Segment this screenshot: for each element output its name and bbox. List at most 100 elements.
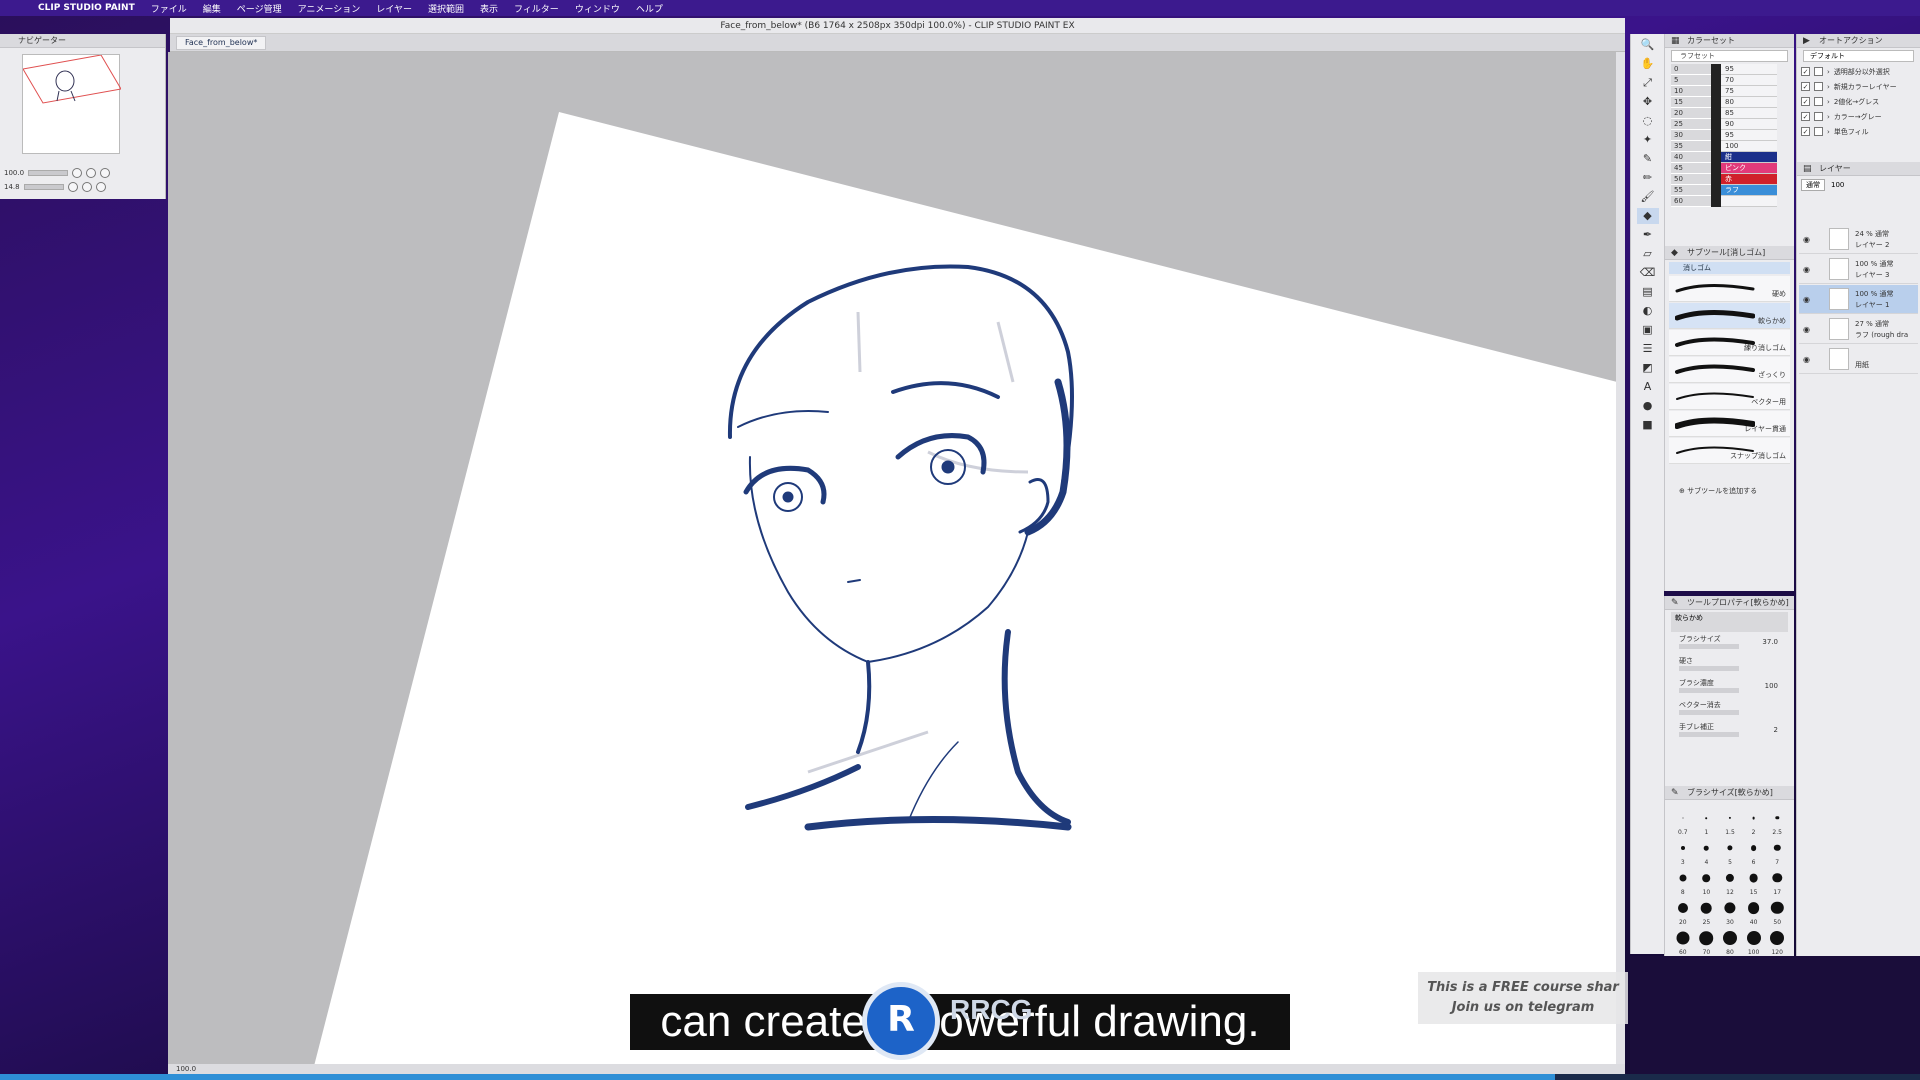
chevron-right-icon[interactable]: › bbox=[1827, 113, 1830, 121]
brush-size-preset[interactable]: 2 bbox=[1742, 808, 1766, 836]
tool-button[interactable]: ● bbox=[1637, 398, 1659, 414]
checkbox[interactable]: ✓ bbox=[1801, 112, 1810, 121]
swatch-color[interactable] bbox=[1711, 119, 1721, 130]
opacity-value[interactable]: 100 bbox=[1831, 181, 1844, 189]
eye-icon[interactable]: ◉ bbox=[1803, 295, 1810, 304]
add-subtool-button[interactable]: ⊕ サブツールを追加する bbox=[1679, 486, 1757, 496]
menu-help[interactable]: ヘルプ bbox=[636, 2, 663, 15]
brush-size-preset[interactable]: 60 bbox=[1671, 928, 1695, 956]
subtool-brush-item[interactable]: 軟らかめ bbox=[1669, 303, 1790, 329]
property-value[interactable]: 2 bbox=[1774, 726, 1778, 734]
checkbox[interactable]: ✓ bbox=[1801, 127, 1810, 136]
zoom-slider[interactable] bbox=[28, 170, 69, 176]
document-tab[interactable]: Face_from_below* bbox=[176, 36, 267, 50]
brush-size-preset[interactable]: 8 bbox=[1671, 868, 1695, 896]
tool-button[interactable]: ✏ bbox=[1637, 170, 1659, 186]
layer-row[interactable]: ◉ 100 % 通常 レイヤー 1 bbox=[1799, 285, 1918, 314]
swatch-row[interactable]: 5 70 bbox=[1671, 75, 1794, 86]
auto-action-item[interactable]: ✓ › 透明部分以外選択 bbox=[1801, 64, 1920, 79]
checkbox[interactable]: ✓ bbox=[1801, 67, 1810, 76]
chevron-right-icon[interactable]: › bbox=[1827, 83, 1830, 91]
rotate-left-icon[interactable] bbox=[67, 182, 78, 192]
brush-size-preset[interactable]: 50 bbox=[1765, 898, 1789, 926]
tool-button[interactable]: ▱ bbox=[1637, 246, 1659, 262]
subtool-brush-item[interactable]: 硬め bbox=[1669, 276, 1790, 302]
tool-button[interactable]: ✎ bbox=[1637, 151, 1659, 167]
swatch-row[interactable]: 35 100 bbox=[1671, 141, 1794, 152]
blend-mode-select[interactable]: 通常 bbox=[1801, 179, 1825, 191]
brush-size-preset[interactable]: 2.5 bbox=[1765, 808, 1789, 836]
tool-button[interactable]: ⤢ bbox=[1637, 75, 1659, 91]
swatch-row[interactable]: 40 紺 bbox=[1671, 152, 1794, 163]
swatch-color[interactable] bbox=[1711, 130, 1721, 141]
brush-size-preset[interactable]: 3 bbox=[1671, 838, 1695, 866]
swatch-row[interactable]: 60 bbox=[1671, 196, 1794, 207]
chevron-right-icon[interactable]: › bbox=[1827, 98, 1830, 106]
property-value[interactable]: 100 bbox=[1765, 682, 1778, 690]
property-value[interactable]: 37.0 bbox=[1762, 638, 1778, 646]
menu-layer[interactable]: レイヤー bbox=[376, 2, 412, 15]
canvas-workspace[interactable] bbox=[168, 52, 1625, 1070]
swatch-color[interactable] bbox=[1711, 97, 1721, 108]
subtool-brush-item[interactable]: ベクター用 bbox=[1669, 384, 1790, 410]
swatch-color[interactable] bbox=[1711, 185, 1721, 196]
subtool-brush-item[interactable]: ざっくり bbox=[1669, 357, 1790, 383]
property-slider[interactable] bbox=[1679, 732, 1739, 737]
property-slider[interactable] bbox=[1679, 688, 1739, 693]
eye-icon[interactable]: ◉ bbox=[1803, 235, 1810, 244]
tool-button[interactable]: A bbox=[1637, 379, 1659, 395]
tool-property-row[interactable]: ブラシサイズ 37.0 bbox=[1671, 634, 1788, 654]
brush-size-preset[interactable]: 7 bbox=[1765, 838, 1789, 866]
brush-size-preset[interactable]: 40 bbox=[1742, 898, 1766, 926]
chevron-right-icon[interactable]: › bbox=[1827, 68, 1830, 76]
tool-button[interactable]: ◆ bbox=[1636, 208, 1659, 224]
tool-button[interactable]: ✥ bbox=[1637, 94, 1659, 110]
tool-button[interactable]: ✒ bbox=[1637, 227, 1659, 243]
eye-icon[interactable]: ◉ bbox=[1803, 325, 1810, 334]
tool-button[interactable]: ⌫ bbox=[1637, 265, 1659, 281]
tool-button[interactable]: 🔍 bbox=[1637, 37, 1659, 53]
subtool-brush-item[interactable]: 練り消しゴム bbox=[1669, 330, 1790, 356]
menu-selection[interactable]: 選択範囲 bbox=[428, 2, 464, 15]
layer-row[interactable]: ◉ 27 % 通常 ラフ (rough dra bbox=[1799, 315, 1918, 344]
menu-filter[interactable]: フィルター bbox=[514, 2, 559, 15]
checkbox[interactable]: ✓ bbox=[1801, 82, 1810, 91]
swatch-color[interactable] bbox=[1711, 163, 1721, 174]
swatch-color[interactable] bbox=[1711, 64, 1721, 75]
property-slider[interactable] bbox=[1679, 644, 1739, 649]
fit-icon[interactable] bbox=[100, 168, 111, 178]
chevron-right-icon[interactable]: › bbox=[1827, 128, 1830, 136]
swatch-color[interactable] bbox=[1711, 196, 1721, 207]
tool-button[interactable]: ▤ bbox=[1637, 284, 1659, 300]
reset-rotation-icon[interactable] bbox=[95, 182, 106, 192]
swatch-row[interactable]: 45 ピンク bbox=[1671, 163, 1794, 174]
auto-action-item[interactable]: ✓ › 2値化→グレス bbox=[1801, 94, 1920, 109]
tool-property-row[interactable]: 手ブレ補正 2 bbox=[1671, 722, 1788, 742]
property-slider[interactable] bbox=[1679, 710, 1739, 715]
zoom-in-icon[interactable] bbox=[86, 168, 97, 178]
brush-size-preset[interactable]: 70 bbox=[1695, 928, 1719, 956]
swatch-color[interactable] bbox=[1711, 108, 1721, 119]
checkbox[interactable] bbox=[1814, 82, 1823, 91]
tool-button[interactable]: ■ bbox=[1637, 417, 1659, 433]
brush-size-preset[interactable]: 15 bbox=[1742, 868, 1766, 896]
brush-size-preset[interactable]: 1.5 bbox=[1718, 808, 1742, 836]
swatch-row[interactable]: 50 赤 bbox=[1671, 174, 1794, 185]
tool-button[interactable]: ◐ bbox=[1637, 303, 1659, 319]
tool-button[interactable]: ☰ bbox=[1637, 341, 1659, 357]
brush-size-preset[interactable]: 5 bbox=[1718, 838, 1742, 866]
rotation-slider[interactable] bbox=[23, 184, 64, 190]
auto-action-item[interactable]: ✓ › 単色フィル bbox=[1801, 124, 1920, 139]
swatch-color[interactable] bbox=[1711, 141, 1721, 152]
eye-icon[interactable]: ◉ bbox=[1803, 265, 1810, 274]
menu-animation[interactable]: アニメーション bbox=[298, 2, 361, 15]
tool-button[interactable]: ◩ bbox=[1637, 360, 1659, 376]
tool-property-row[interactable]: ベクター消去 bbox=[1671, 700, 1788, 720]
checkbox[interactable] bbox=[1814, 67, 1823, 76]
tool-button[interactable]: ▣ bbox=[1637, 322, 1659, 338]
brush-size-preset[interactable]: 120 bbox=[1765, 928, 1789, 956]
brush-size-preset[interactable]: 6 bbox=[1742, 838, 1766, 866]
brush-size-preset[interactable]: 17 bbox=[1765, 868, 1789, 896]
brush-size-preset[interactable]: 25 bbox=[1695, 898, 1719, 926]
color-set-dropdown[interactable]: ラフセット bbox=[1671, 50, 1788, 62]
